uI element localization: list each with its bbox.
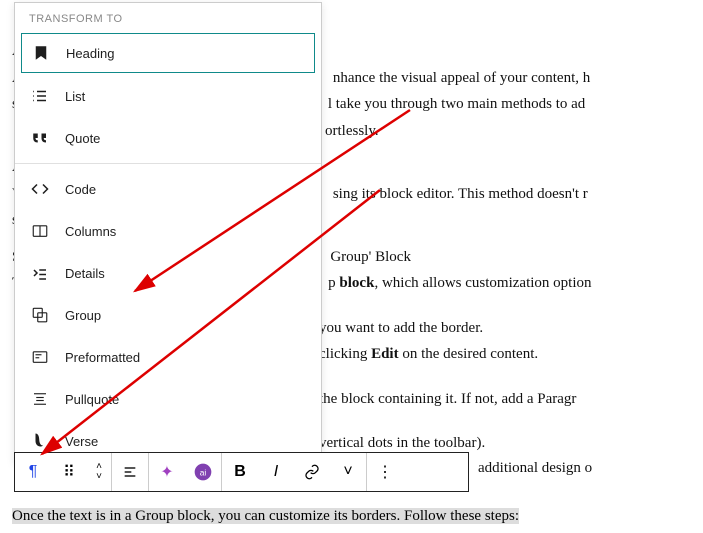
menu-item-quote[interactable]: Quote	[15, 117, 321, 159]
list-icon	[29, 85, 51, 107]
svg-text:ai: ai	[200, 467, 207, 477]
drag-handle-icon[interactable]: ⠿	[51, 453, 87, 491]
additional-text: additional design o	[478, 460, 592, 477]
options-button[interactable]: ⋮	[367, 453, 403, 491]
bold-button[interactable]: B	[222, 453, 258, 491]
bookmark-icon	[30, 42, 52, 64]
menu-label: Pullquote	[65, 392, 119, 407]
verse-icon	[29, 430, 51, 452]
menu-label: Group	[65, 308, 101, 323]
move-arrows-icon[interactable]: ˄˅	[87, 453, 111, 491]
preformatted-icon	[29, 346, 51, 368]
menu-label: Quote	[65, 131, 100, 146]
quote-icon	[29, 127, 51, 149]
menu-label: Preformatted	[65, 350, 140, 365]
italic-button[interactable]: I	[258, 453, 294, 491]
menu-item-heading[interactable]: Heading	[21, 33, 315, 73]
code-icon	[29, 178, 51, 200]
menu-item-details[interactable]: Details	[15, 252, 321, 294]
menu-label: List	[65, 89, 85, 104]
link-button[interactable]	[294, 453, 330, 491]
menu-label: Details	[65, 266, 105, 281]
ai-sparkle-icon[interactable]: ✦	[149, 453, 185, 491]
menu-item-code[interactable]: Code	[15, 168, 321, 210]
menu-label: Verse	[65, 434, 98, 449]
menu-label: Code	[65, 182, 96, 197]
transform-to-menu: TRANSFORM TO Heading List Quote Code Col…	[14, 2, 322, 463]
menu-item-preformatted[interactable]: Preformatted	[15, 336, 321, 378]
bottom-paragraph: Once the text is in a Group block, you c…	[12, 508, 519, 525]
menu-label: Heading	[66, 46, 114, 61]
menu-item-columns[interactable]: Columns	[15, 210, 321, 252]
menu-item-group[interactable]: Group	[15, 294, 321, 336]
menu-title: TRANSFORM TO	[15, 3, 321, 31]
menu-item-list[interactable]: List	[15, 75, 321, 117]
paragraph-icon[interactable]: ¶	[15, 453, 51, 491]
menu-separator	[15, 163, 321, 164]
columns-icon	[29, 220, 51, 242]
chevron-down-icon[interactable]: ˅	[330, 453, 366, 491]
block-toolbar: ¶ ⠿ ˄˅ ✦ ai B I ˅ ⋮	[14, 452, 469, 492]
menu-item-pullquote[interactable]: Pullquote	[15, 378, 321, 420]
align-icon[interactable]	[112, 453, 148, 491]
menu-label: Columns	[65, 224, 116, 239]
details-icon	[29, 262, 51, 284]
group-icon	[29, 304, 51, 326]
ai-circle-icon[interactable]: ai	[185, 453, 221, 491]
pullquote-icon	[29, 388, 51, 410]
